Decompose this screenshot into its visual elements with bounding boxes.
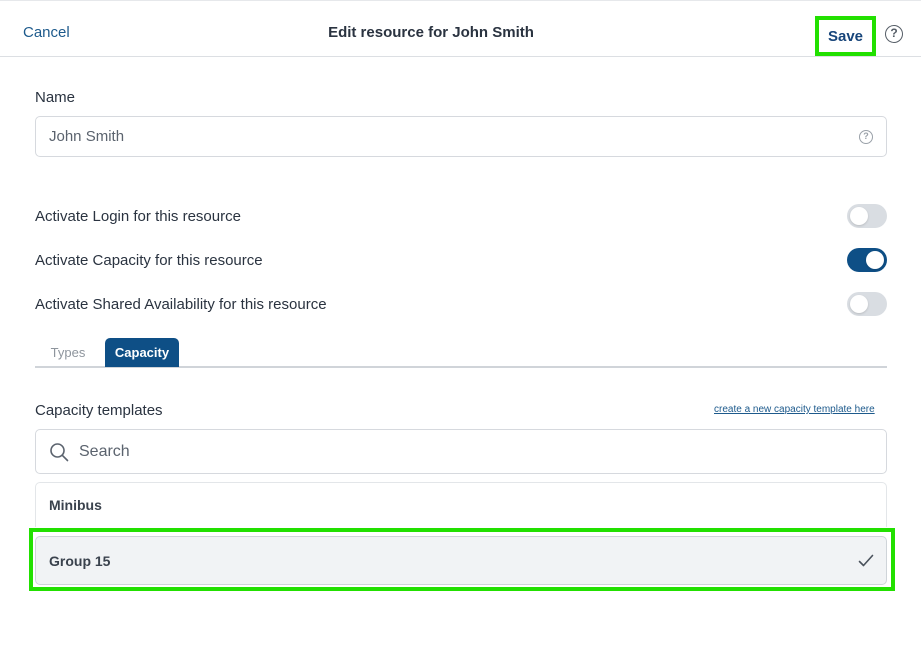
save-button[interactable]: Save (828, 28, 863, 45)
toggle-label-capacity: Activate Capacity for this resource (35, 252, 263, 269)
check-icon (858, 554, 874, 567)
toggle-label-shared-availability: Activate Shared Availability for this re… (35, 296, 327, 313)
tab-capacity[interactable]: Capacity (105, 338, 179, 367)
list-item-label: Minibus (49, 497, 102, 513)
header-bar: Cancel Edit resource for John Smith Save… (0, 0, 921, 57)
capacity-template-item-group-15[interactable]: Group 15 (35, 536, 887, 585)
shared-availability-toggle[interactable] (847, 292, 887, 316)
tab-types[interactable]: Types (40, 338, 96, 367)
login-toggle[interactable] (847, 204, 887, 228)
name-label: Name (35, 89, 76, 106)
search-box[interactable] (35, 429, 887, 474)
toggle-knob (850, 207, 868, 225)
search-icon (50, 443, 69, 462)
page-title: Edit resource for John Smith (328, 24, 534, 41)
toggle-label-login: Activate Login for this resource (35, 208, 241, 225)
search-input[interactable] (79, 430, 869, 473)
list-item-label: Group 15 (49, 553, 111, 569)
help-icon[interactable]: ? (885, 25, 903, 43)
save-button-highlight: Save (815, 16, 876, 56)
name-help-icon[interactable]: ? (859, 130, 873, 144)
name-field[interactable]: ? (35, 116, 887, 157)
toggle-knob (866, 251, 884, 269)
capacity-toggle[interactable] (847, 248, 887, 272)
capacity-template-item-minibus[interactable]: Minibus (35, 482, 887, 527)
toggle-knob (850, 295, 868, 313)
name-input[interactable] (49, 117, 829, 156)
create-capacity-template-link[interactable]: create a new capacity template here (714, 404, 875, 415)
capacity-templates-label: Capacity templates (35, 402, 163, 419)
